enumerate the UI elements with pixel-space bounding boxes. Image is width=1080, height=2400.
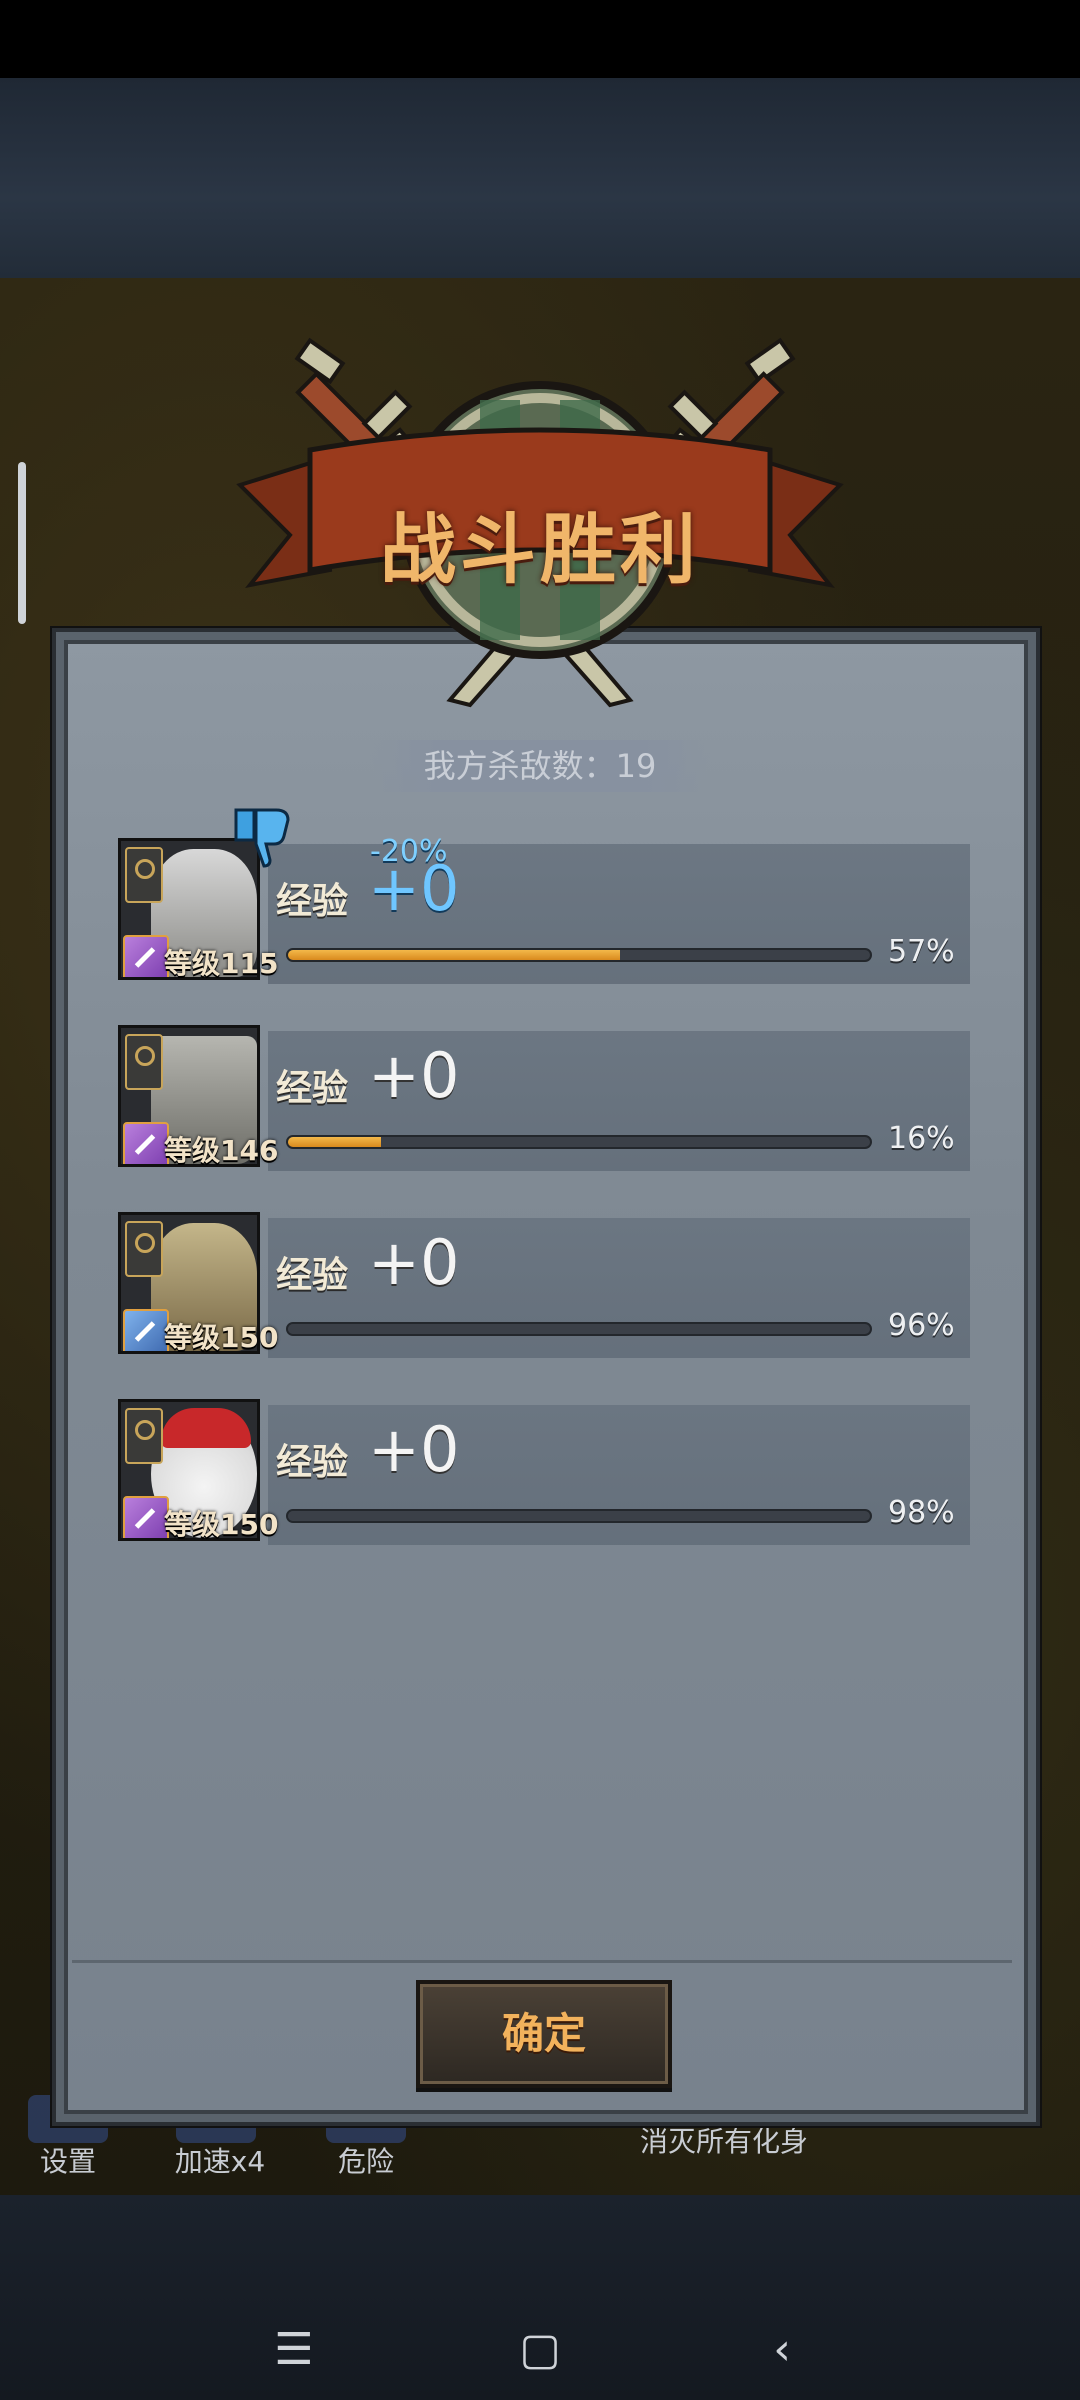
nav-home-button[interactable]: ▢ — [510, 2320, 570, 2380]
exp-progress-bar — [286, 948, 872, 962]
exp-progress-bar — [286, 1135, 872, 1149]
hero-row-1: 等级115 -20% 经验 +0 57% — [118, 808, 970, 986]
faction-badge-icon — [125, 847, 163, 903]
kill-count-label: 我方杀敌数：19 — [423, 747, 657, 785]
nav-menu-button[interactable]: ☰ — [264, 2320, 324, 2380]
confirm-button[interactable]: 确定 — [416, 1980, 672, 2088]
victory-title: 战斗胜利 — [380, 505, 700, 594]
exp-percent: 96% — [888, 1308, 955, 1343]
nav-back-button[interactable]: ‹ — [752, 2320, 812, 2380]
hero-level: 等级146 — [164, 1134, 279, 1167]
hero-row-3: 等级150 经验 +0 96% — [118, 1212, 970, 1360]
side-scroll-indicator — [18, 462, 26, 624]
exp-label: 经验 — [276, 1068, 349, 1109]
game-settings-label[interactable]: 设置 — [18, 2140, 118, 2200]
game-speed-label[interactable]: 加速x4 — [150, 2140, 290, 2200]
hero-row-2: 等级146 经验 +0 16% — [118, 1025, 970, 1173]
faction-badge-icon — [125, 1221, 163, 1277]
exp-progress-fill — [288, 1137, 382, 1147]
exp-label: 经验 — [276, 1255, 349, 1296]
class-icon — [123, 935, 169, 977]
exp-percent: 98% — [888, 1495, 955, 1530]
exp-label: 经验 — [276, 881, 349, 922]
status-bar-area — [0, 0, 1080, 78]
exp-progress-bar — [286, 1322, 872, 1336]
exp-value: +0 — [368, 1226, 460, 1299]
hero-level: 等级150 — [164, 1321, 279, 1354]
exp-progress-fill — [288, 950, 620, 960]
faction-badge-icon — [125, 1408, 163, 1464]
hero-level: 等级150 — [164, 1508, 279, 1541]
class-icon — [123, 1309, 169, 1351]
class-icon — [123, 1496, 169, 1538]
destroy-all-label[interactable]: 消灭所有化身 — [640, 2120, 910, 2180]
exp-value: +0 — [368, 852, 460, 925]
thumbs-down-icon — [234, 808, 290, 868]
hero-row-4: 等级150 经验 +0 98% — [118, 1399, 970, 1547]
game-danger-label[interactable]: 危险 — [316, 2140, 416, 2200]
class-icon — [123, 1122, 169, 1164]
hero-level: 等级115 — [164, 947, 279, 980]
top-banner-area — [0, 78, 1080, 278]
exp-value: +0 — [368, 1039, 460, 1112]
faction-badge-icon — [125, 1034, 163, 1090]
snowman-hat — [161, 1408, 251, 1448]
kill-count: 我方杀敌数：19 — [370, 740, 710, 792]
exp-label: 经验 — [276, 1442, 349, 1483]
exp-progress-fill — [288, 1324, 847, 1334]
exp-percent: 16% — [888, 1121, 955, 1156]
panel-divider — [72, 1960, 1012, 1963]
exp-progress-fill — [288, 1511, 859, 1521]
exp-progress-bar — [286, 1509, 872, 1523]
exp-value: +0 — [368, 1413, 460, 1486]
exp-percent: 57% — [888, 934, 955, 969]
